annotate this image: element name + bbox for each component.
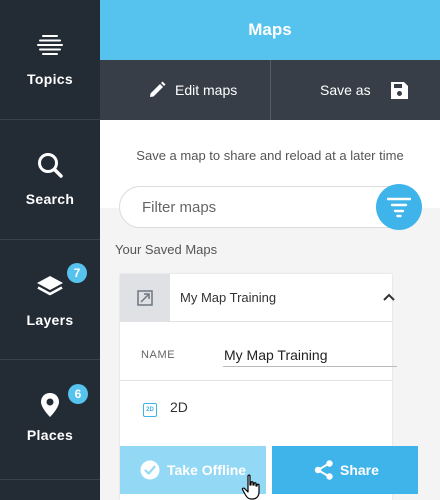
- sidebar-item-layers[interactable]: Layers 7: [0, 240, 100, 360]
- layers-icon: [37, 276, 63, 296]
- map-name-row: NAME: [120, 323, 397, 381]
- save-disk-icon: [391, 82, 408, 99]
- map-mode-label: 2D: [170, 399, 188, 415]
- filter-maps-input[interactable]: [142, 195, 362, 219]
- sidebar-item-places[interactable]: Places 6: [0, 360, 100, 480]
- filter-icon: [387, 197, 411, 218]
- 2d-mode-icon: 2D: [143, 403, 157, 417]
- hand-pointer-cursor-icon: [241, 474, 260, 500]
- sidebar-item-search[interactable]: Search: [0, 120, 100, 240]
- filter-field: [119, 186, 419, 228]
- map-name-input[interactable]: [223, 343, 397, 367]
- take-offline-label: Take Offline: [167, 462, 247, 478]
- name-label: NAME: [141, 349, 176, 361]
- sidebar-item-label: Search: [25, 191, 75, 207]
- edit-maps-button[interactable]: Edit maps: [148, 60, 258, 120]
- sidebar-item-label: Layers: [26, 312, 74, 328]
- map-thumbnail-icon: [137, 290, 153, 306]
- share-button[interactable]: Share: [272, 446, 418, 494]
- map-thumbnail: [120, 274, 170, 322]
- saved-maps-heading: Your Saved Maps: [115, 242, 218, 257]
- pencil-icon: [150, 81, 166, 97]
- share-label: Share: [340, 462, 379, 478]
- sidebar-item-label: Places: [26, 427, 74, 443]
- share-icon: [314, 460, 333, 480]
- place-pin-icon: [41, 393, 59, 417]
- save-as-label: Save as: [320, 82, 371, 98]
- chevron-up-icon[interactable]: [382, 292, 396, 302]
- saved-map-header[interactable]: My Map Training: [120, 274, 395, 322]
- sidebar: Topics Search Layers 7 Places 6: [0, 0, 100, 500]
- filter-button[interactable]: [376, 184, 422, 230]
- sidebar-item-topics[interactable]: Topics: [0, 0, 100, 120]
- topics-icon: [37, 35, 63, 55]
- places-count-badge: 6: [68, 384, 88, 404]
- sidebar-item-label: Topics: [27, 71, 73, 87]
- map-mode-row: 2D 2D: [120, 382, 392, 440]
- edit-maps-label: Edit maps: [175, 82, 238, 98]
- page-title: Maps: [100, 0, 440, 60]
- layers-count-badge: 7: [67, 263, 87, 283]
- maps-panel: Save a map to share and reload at a late…: [100, 120, 440, 500]
- save-hint-text: Save a map to share and reload at a late…: [136, 148, 404, 163]
- toolbar-divider: [270, 60, 271, 120]
- saved-map-title: My Map Training: [180, 290, 277, 305]
- save-as-button[interactable]: Save as: [320, 60, 420, 120]
- check-circle-icon: [140, 460, 160, 480]
- toolbar: Edit maps Save as: [100, 60, 440, 120]
- search-icon: [38, 153, 63, 178]
